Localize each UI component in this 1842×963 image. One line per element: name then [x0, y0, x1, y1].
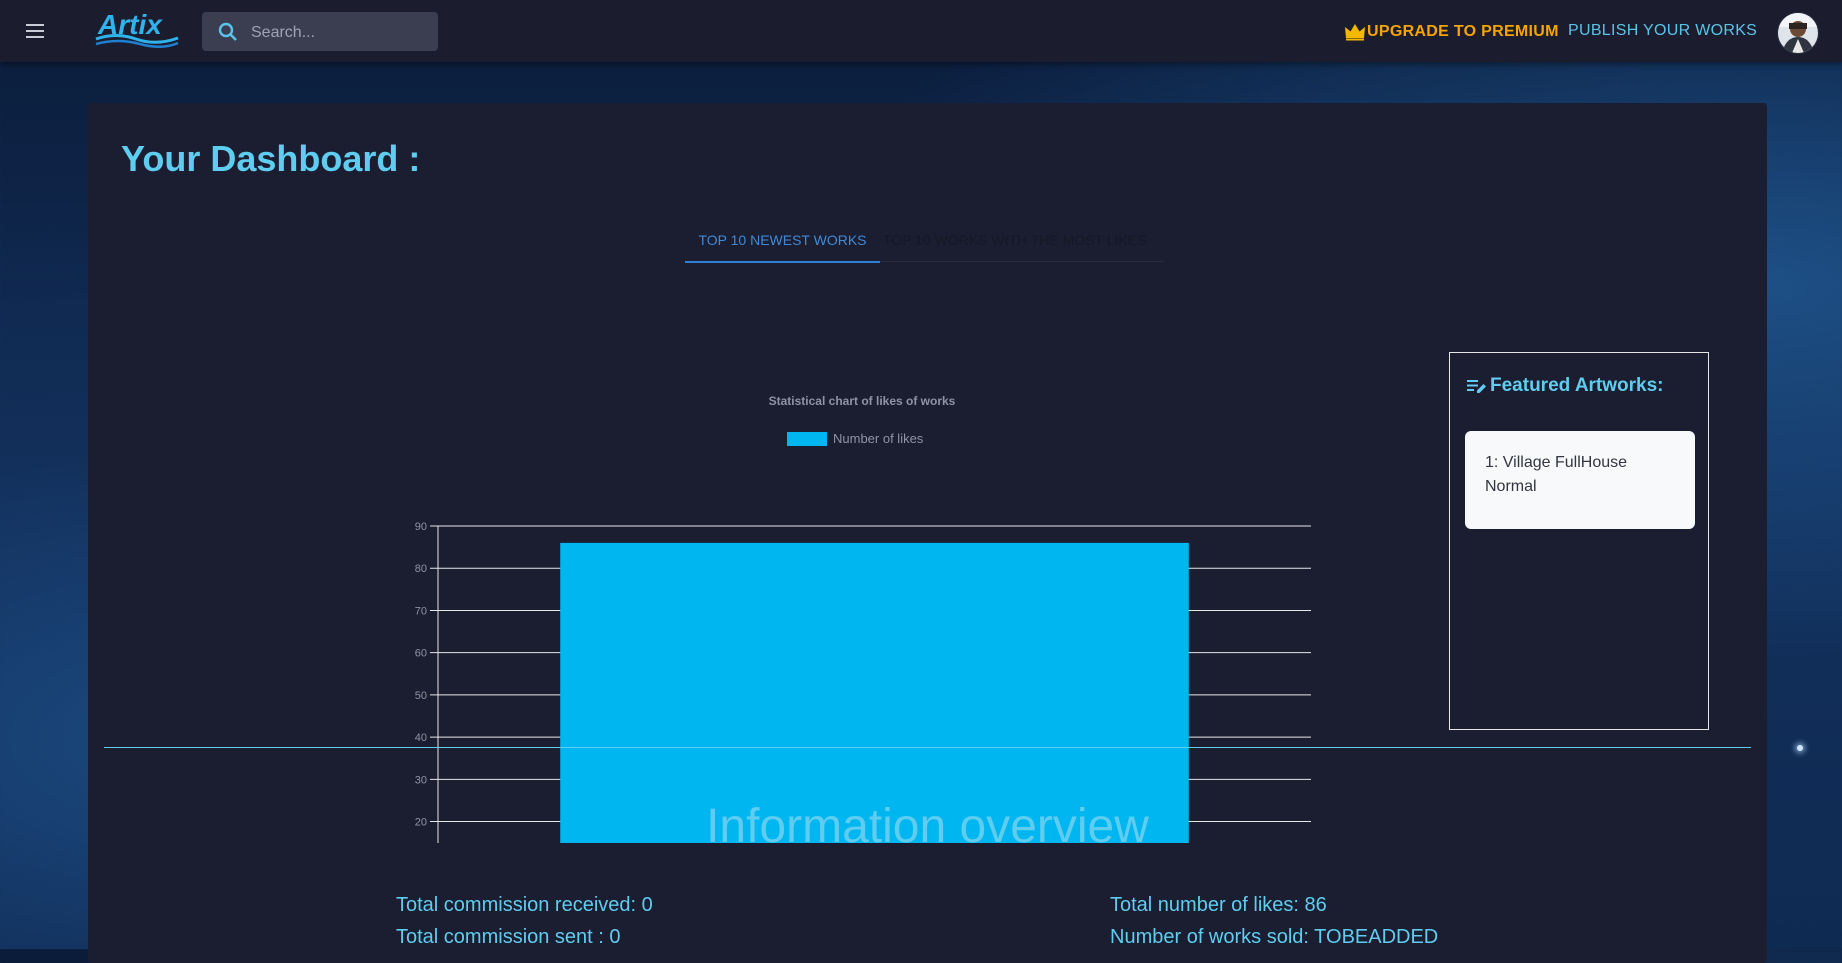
y-tick-label: 80 [415, 563, 427, 575]
upgrade-premium-button[interactable]: UPGRADE TO PREMIUM [1344, 20, 1559, 44]
featured-artworks-panel: Featured Artworks: 1: Village FullHouse … [1449, 352, 1709, 730]
featured-header: Featured Artworks: [1467, 375, 1664, 397]
background-sparkle [1797, 745, 1803, 751]
y-tick-label: 60 [415, 648, 427, 660]
publish-works-button[interactable]: PUBLISH YOUR WORKS [1568, 22, 1757, 40]
commission-sent-stat: Total commission sent : 0 [396, 926, 621, 948]
bar [560, 542, 1189, 906]
likes-bar-chart: Statistical chart of likes of works Numbe… [415, 394, 1311, 931]
y-tick-label: 30 [415, 774, 427, 786]
page-title: Your Dashboard : [121, 138, 421, 179]
y-tick-label: 70 [415, 605, 427, 617]
featured-title: Featured Artworks: [1490, 375, 1664, 396]
likes-chart: Statistical chart of likes of works Numbe… [298, 283, 1318, 931]
artix-logo[interactable]: Artix [94, 8, 180, 48]
y-tick-label: 50 [415, 690, 427, 702]
search-input[interactable] [249, 12, 433, 53]
avatar[interactable] [1777, 12, 1819, 54]
legend-swatch [787, 432, 827, 446]
search-box[interactable] [202, 12, 438, 53]
y-tick-label: 40 [415, 732, 427, 744]
legend-label: Number of likes [833, 431, 924, 446]
avatar-image [1778, 13, 1818, 53]
works-sold-stat: Number of works sold: TOBEADDED [1110, 926, 1439, 948]
tab-newest-works[interactable]: TOP 10 NEWEST WORKS [685, 219, 880, 263]
section-divider [104, 747, 1751, 748]
top-app-bar: Artix UPGRADE TO PREMIUM PUBLISH YOUR WO… [0, 0, 1842, 62]
total-likes-stat: Total number of likes: 86 [1110, 894, 1327, 916]
chart-tabs: TOP 10 NEWEST WORKS TOP 10 WORKS WITH TH… [685, 219, 1164, 263]
tab-most-liked-works[interactable]: TOP 10 WORKS WITH THE MOST LIKES [883, 219, 1164, 261]
chart-title: Statistical chart of likes of works [769, 394, 956, 408]
playlist-edit-icon [1467, 380, 1486, 393]
overview-title: Information overview [706, 800, 1149, 853]
y-tick-label: 90 [415, 521, 427, 533]
commission-received-stat: Total commission received: 0 [396, 894, 653, 916]
crown-icon [1345, 24, 1365, 41]
search-icon [218, 22, 237, 41]
upgrade-label: UPGRADE TO PREMIUM [1367, 23, 1559, 40]
featured-item[interactable]: 1: Village FullHouse Normal [1465, 431, 1695, 529]
hamburger-menu-icon[interactable] [24, 19, 52, 43]
dashboard-card: Your Dashboard : TOP 10 NEWEST WORKS TOP… [88, 103, 1767, 963]
